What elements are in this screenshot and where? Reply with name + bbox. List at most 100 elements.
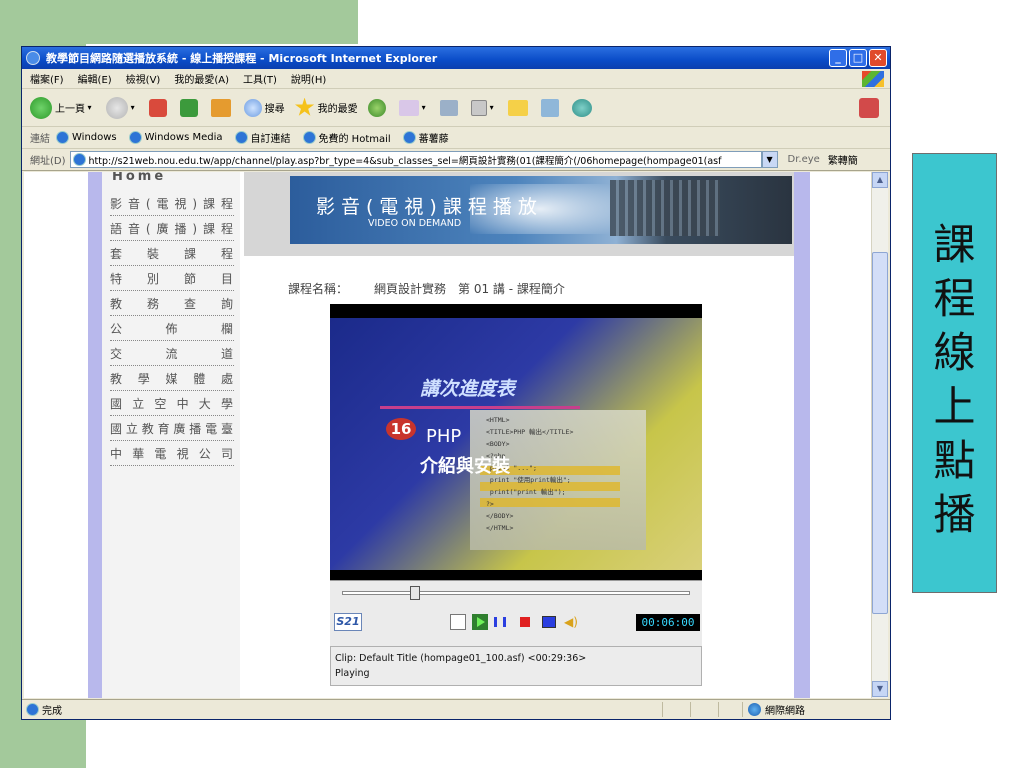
forward-arrow-icon [105, 96, 128, 119]
nav-item-special[interactable]: 特別節目 [110, 267, 234, 291]
stop-playback-icon[interactable] [520, 617, 530, 627]
link-windows-media[interactable]: Windows Media [128, 131, 223, 144]
menu-file[interactable]: 檔案(F) [30, 71, 64, 86]
scroll-up-button[interactable]: ▲ [872, 172, 888, 188]
close-button[interactable]: ✕ [869, 49, 887, 67]
refresh-button[interactable] [179, 98, 201, 117]
media-button[interactable] [367, 98, 389, 117]
search-button[interactable]: 搜尋 [243, 98, 285, 117]
nav-item-video-course[interactable]: 影音(電視)課程 [110, 192, 234, 216]
stop-button[interactable] [148, 98, 170, 117]
security-zone: 網際網路 [748, 702, 805, 717]
volume-icon[interactable]: ◀) [564, 614, 580, 630]
course-value: 網頁設計實務 第 01 講 - 課程簡介 [374, 282, 565, 296]
nav-item-label: 國立空中大學 [110, 397, 234, 411]
seek-thumb[interactable] [410, 586, 421, 600]
mail-button[interactable]: ▾ [398, 99, 430, 116]
menu-help[interactable]: 說明(H) [291, 71, 326, 86]
ie-link-icon [56, 131, 69, 144]
print-icon [439, 99, 458, 116]
nav-item-bulletin[interactable]: 公佈欄 [110, 317, 234, 341]
time-display: 00:06:00 [636, 614, 700, 631]
nav-item-ner[interactable]: 國立教育廣播電臺 [110, 417, 234, 441]
address-label: 網址(D) [30, 156, 66, 167]
left-border-strip [88, 172, 102, 698]
menu-view[interactable]: 檢視(V) [126, 71, 161, 86]
messenger-button[interactable] [571, 98, 595, 117]
globe-icon [748, 703, 761, 716]
link-windows[interactable]: Windows [56, 131, 117, 144]
link-hotmail[interactable]: 免費的 Hotmail [302, 130, 391, 145]
slide-green-top [86, 0, 358, 44]
nav-item-academic[interactable]: 教務查詢 [110, 292, 234, 316]
back-button[interactable]: 上一頁 ▾ [30, 96, 96, 119]
link-custom[interactable]: 自訂連結 [234, 130, 291, 145]
scroll-thumb[interactable] [872, 252, 888, 614]
play-icon[interactable] [472, 614, 488, 630]
folder-icon [507, 99, 528, 116]
link-yam[interactable]: 蕃薯藤 [402, 130, 449, 145]
nav-item-label: 教學媒體處 [110, 372, 234, 386]
stop-icon [148, 98, 167, 117]
page-content: Home 影音(電視)課程 語音(廣播)課程 套裝課程 特別節目 教務查詢 公佈… [24, 172, 871, 698]
video-title-underline [380, 406, 580, 409]
clip-info-icon[interactable] [450, 614, 466, 630]
links-label: 連結 [30, 134, 50, 145]
back-arrow-icon [30, 96, 52, 119]
dreye-toolbar[interactable]: Dr.eye [788, 154, 820, 165]
video-frame[interactable]: <HTML> <TITLE>PHP 輸出</TITLE> <BODY> <?ph… [330, 318, 702, 570]
forward-button[interactable]: ▾ [105, 96, 139, 119]
ie-link-icon [234, 131, 248, 144]
menu-edit[interactable]: 編輯(E) [78, 71, 112, 86]
fullscreen-icon[interactable] [542, 616, 556, 628]
seek-bar[interactable] [342, 591, 690, 595]
address-dropdown-button[interactable]: ▼ [761, 151, 778, 168]
vod-banner: 影音(電視)課程播放 VIDEO ON DEMAND [290, 176, 792, 244]
scroll-down-button[interactable]: ▼ [872, 681, 888, 697]
menu-tools[interactable]: 工具(T) [243, 71, 277, 86]
nav-item-label: 中華電視公司 [110, 447, 234, 461]
nav-item-package[interactable]: 套裝課程 [110, 242, 234, 266]
folder-button[interactable] [507, 99, 531, 116]
link-label: Windows [72, 132, 117, 143]
nav-item-media-dept[interactable]: 教學媒體處 [110, 367, 234, 391]
video-line2: 介紹與安裝 [420, 456, 510, 477]
title-bar[interactable]: 教學節目網路隨選播放系統 - 線上播授課程 - Microsoft Intern… [22, 47, 890, 69]
media-player: <HTML> <TITLE>PHP 輸出</TITLE> <BODY> <?ph… [330, 304, 702, 676]
side-label-char: 上 [933, 382, 976, 431]
favorites-button[interactable]: 我的最愛 [294, 97, 358, 118]
nav-item-label: 國立教育廣播電臺 [110, 422, 234, 436]
addon-tool-icon[interactable] [859, 97, 879, 118]
messenger-icon [571, 98, 592, 117]
minimize-button[interactable]: _ [829, 49, 847, 67]
nav-item-audio-course[interactable]: 語音(廣播)課程 [110, 217, 234, 241]
home-button[interactable] [210, 98, 234, 117]
nav-home[interactable]: Home [112, 172, 166, 184]
ie-link-icon [402, 131, 416, 144]
clip-info-panel: Clip: Default Title (hompage01_100.asf) … [330, 646, 702, 686]
refresh-icon [179, 98, 198, 117]
edit-button[interactable]: ▾ [470, 99, 498, 116]
nav-item-exchange[interactable]: 交流道 [110, 342, 234, 366]
print-button[interactable] [439, 99, 461, 116]
nav-item-label: 交流道 [110, 347, 234, 361]
convert-button[interactable]: 繁轉簡 [828, 152, 858, 167]
maximize-button[interactable]: □ [849, 49, 867, 67]
back-label: 上一頁 [55, 104, 85, 115]
menu-favorites[interactable]: 我的最愛(A) [174, 71, 229, 86]
vertical-scrollbar[interactable]: ▲ ▼ [871, 172, 888, 698]
playback-status: Playing [335, 668, 370, 679]
chevron-down-icon: ▾ [85, 103, 92, 112]
banner-equipment-image [610, 180, 720, 236]
ie-link-icon [128, 131, 142, 144]
nav-item-cts[interactable]: 中華電視公司 [110, 442, 234, 466]
course-label: 課程名稱： [288, 282, 349, 296]
video-lesson-number: 16 [386, 418, 416, 440]
side-label-box: 課 程 線 上 點 播 [912, 153, 997, 593]
address-input[interactable]: http://s21web.nou.edu.tw/app/channel/pla… [69, 151, 762, 168]
nav-item-nou[interactable]: 國立空中大學 [110, 392, 234, 416]
research-button[interactable] [540, 98, 562, 117]
chevron-down-icon: ▾ [421, 103, 426, 112]
pause-icon[interactable] [494, 617, 506, 627]
status-divider [718, 702, 719, 717]
